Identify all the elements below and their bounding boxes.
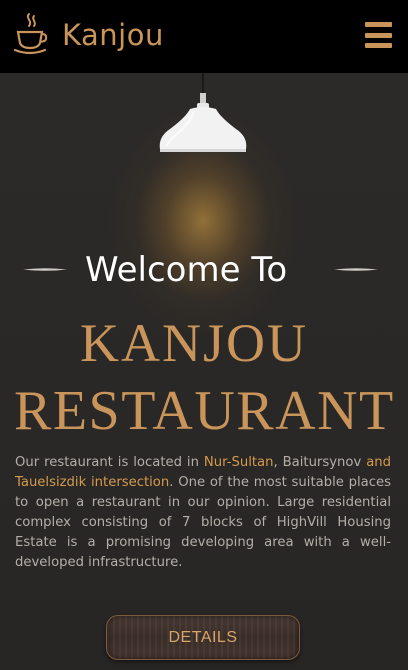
- restaurant-title-line2: RESTAURANT: [14, 380, 395, 442]
- description-text: Our restaurant is located in: [15, 455, 204, 470]
- brand-link[interactable]: Kanjou: [14, 12, 164, 58]
- welcome-heading: Welcome To: [85, 250, 288, 290]
- menu-bar: [365, 22, 392, 27]
- welcome-row: Welcome To: [0, 245, 408, 295]
- restaurant-title-line1: KANJOU: [80, 313, 308, 373]
- hero-section: Welcome To KANJOU RESTAURANT Our restaur…: [0, 73, 408, 670]
- hamburger-menu-icon[interactable]: [365, 22, 392, 48]
- menu-bar: [365, 32, 392, 38]
- pendant-lamp-icon: [159, 73, 247, 152]
- decorative-line: [334, 268, 378, 271]
- decorative-line: [23, 268, 67, 271]
- restaurant-description: Our restaurant is located in Nur-Sultan,…: [15, 453, 391, 573]
- details-button[interactable]: DETAILS: [106, 615, 300, 660]
- location-highlight: Nur-Sultan: [203, 455, 274, 470]
- brand-name: Kanjou: [62, 17, 164, 52]
- menu-bar: [365, 43, 392, 48]
- navbar: Kanjou: [0, 0, 408, 73]
- description-text: , Baitursynov: [273, 455, 367, 470]
- coffee-cup-icon: [14, 13, 48, 55]
